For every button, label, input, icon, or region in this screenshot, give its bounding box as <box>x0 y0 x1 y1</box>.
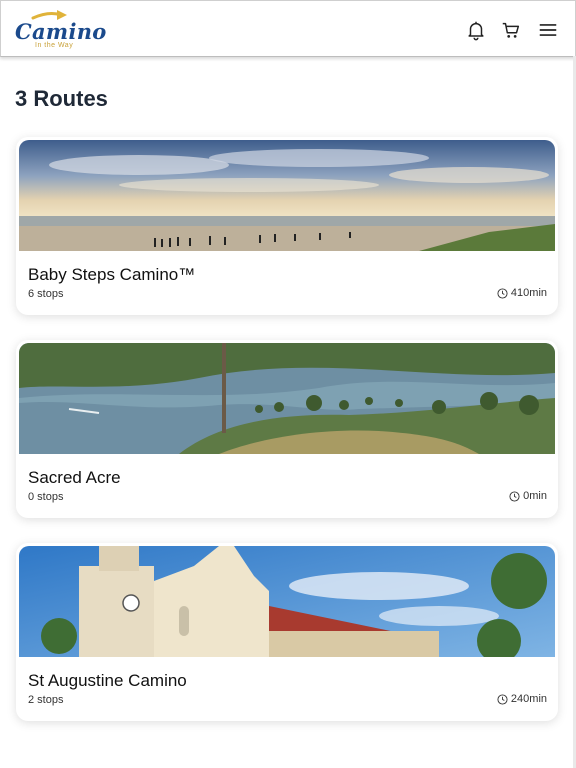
bell-icon[interactable] <box>465 19 487 41</box>
route-duration: 240min <box>497 693 547 705</box>
cart-icon[interactable] <box>500 19 522 41</box>
route-duration: 0min <box>509 490 547 502</box>
route-duration: 410min <box>497 287 547 299</box>
route-stops: 0 stops <box>28 491 64 503</box>
route-card[interactable]: St Augustine Camino 2 stops 240min <box>16 543 558 721</box>
menu-icon[interactable] <box>537 19 559 41</box>
route-duration-text: 410min <box>510 287 547 299</box>
route-duration-text: 240min <box>510 693 547 705</box>
camino-logo[interactable]: Camino In the Way <box>13 7 106 53</box>
route-image-aerial <box>19 343 555 454</box>
route-image-cathedral <box>19 546 555 657</box>
route-stops: 2 stops <box>28 694 64 706</box>
route-duration-text: 0min <box>523 490 547 502</box>
route-card[interactable]: Baby Steps Camino™ 6 stops 410min <box>16 137 558 315</box>
clock-icon <box>497 693 508 705</box>
route-card[interactable]: Sacred Acre 0 stops 0min <box>16 340 558 518</box>
route-title: Sacred Acre <box>28 468 121 487</box>
page-title: 3 Routes <box>15 86 108 111</box>
logo-wordmark: Camino <box>15 19 107 44</box>
route-title: Baby Steps Camino™ <box>28 265 196 284</box>
app-header: Camino In the Way <box>0 0 576 57</box>
clock-icon <box>497 287 508 299</box>
clock-icon <box>509 490 520 502</box>
route-image-beach <box>19 140 555 251</box>
logo-tagline: In the Way <box>35 42 74 49</box>
route-stops: 6 stops <box>28 288 64 300</box>
route-title: St Augustine Camino <box>28 671 187 690</box>
